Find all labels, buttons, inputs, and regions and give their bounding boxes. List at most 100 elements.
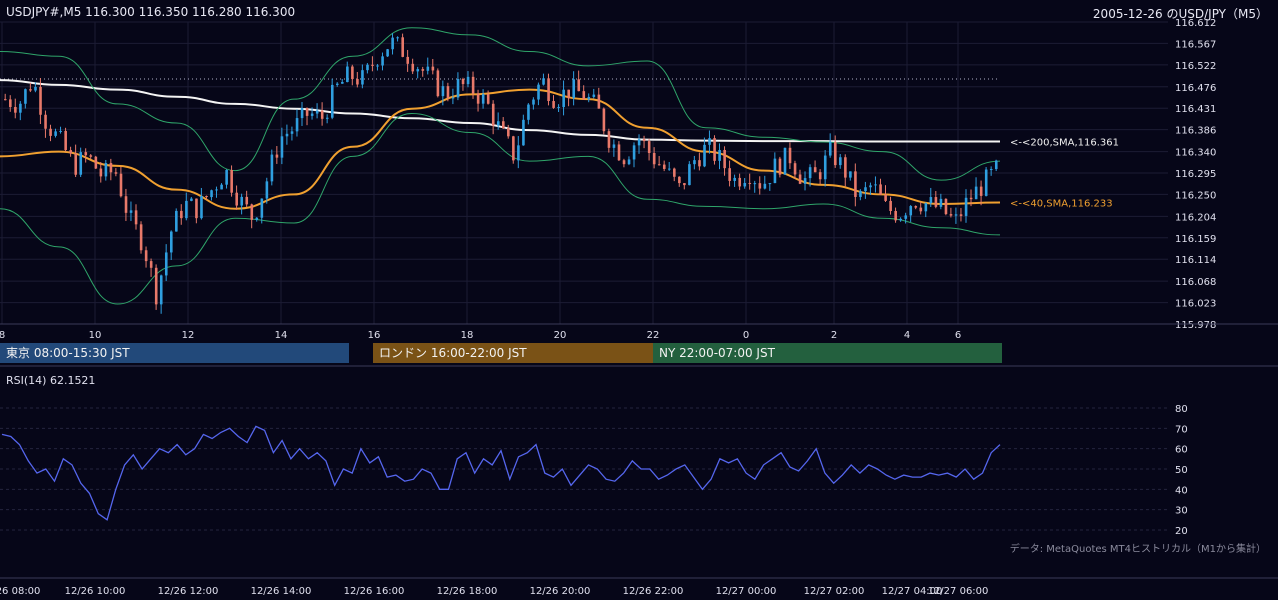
candle-body [572,79,576,99]
candle-body [471,76,475,94]
candle-body [693,160,696,165]
candle-body [39,86,42,115]
candle-body [567,89,570,99]
candle-body [527,104,530,120]
bottom-time-label: 12/26 20:00 [530,586,591,597]
candle-body [839,157,842,166]
candle-body [889,200,892,212]
main-chart: 116.612116.567116.522116.476116.431116.3… [0,18,1278,597]
price-tick-label: 116.159 [1175,234,1216,245]
candle-body [859,191,862,197]
candle-body [688,164,691,186]
candle-body [637,139,641,146]
candle-body [205,196,208,198]
bollinger-band-upper [0,27,1001,181]
candle-body [134,210,138,225]
candle-body [924,203,928,212]
candle-body [9,99,12,108]
candle-body [149,261,153,268]
bottom-time-label: 12/26 10:00 [65,586,126,597]
candle-body [491,103,495,126]
candle-body [99,168,103,177]
candle-body [959,214,963,216]
candle-body [320,110,324,119]
candle-body [854,171,857,197]
candle-body [64,130,67,151]
candle-body [934,197,938,207]
bottom-time-label: 12/26 22:00 [623,586,684,597]
candle-body [964,197,968,216]
candle-body [215,189,218,191]
candle-body [823,155,827,180]
candle-body [673,168,676,177]
candle-body [154,267,158,305]
candle-body [330,84,334,118]
candle-body [979,186,983,196]
candle-body [864,187,867,192]
candle-body [416,69,420,72]
candle-body [813,167,817,173]
candle-body [14,107,17,113]
candle-body [59,130,62,132]
time-tick-label: 0 [743,330,749,341]
session-tokyo: 東京 08:00-15:30 JST [0,343,349,363]
candle-body [391,37,394,50]
candle-body [507,128,510,137]
candle-body [446,86,450,99]
time-tick-label: 4 [904,330,910,341]
candle-body [94,156,98,169]
candle-body [874,184,877,186]
candle-body [783,147,787,175]
candle-body [44,114,47,129]
candle-body [612,144,616,148]
candle-body [818,172,822,180]
candle-body [607,131,611,148]
candle-body [481,94,485,104]
candle-body [200,196,203,219]
candle-body [748,182,752,184]
candle-body [884,194,887,201]
candle-body [969,197,973,200]
candle-body [79,152,83,175]
time-tick-label: 2 [831,330,837,341]
candle-body [944,198,948,215]
rsi-tick-label: 60 [1175,445,1188,456]
price-tick-label: 116.068 [1175,277,1216,288]
price-tick-label: 116.023 [1175,299,1216,310]
candle-body [894,211,897,221]
session-ny: NY 22:00-07:00 JST [653,343,1002,363]
candle-body [502,121,505,129]
candle-body [366,64,369,71]
candle-body [718,149,721,161]
time-tick-label: 20 [554,330,567,341]
rsi-tick-label: 50 [1175,465,1188,476]
price-tick-label: 116.522 [1175,61,1216,72]
candle-body [768,183,772,185]
rsi-line [1,425,1001,521]
candle-body [662,164,666,169]
candle-body [220,184,223,190]
candle-body [486,94,490,104]
candle-body [532,99,535,105]
candle-body [652,153,656,165]
candle-body [909,206,913,216]
candle-body [129,210,133,213]
sma200-label: <-<200,SMA,116.361 [1010,138,1119,149]
candle-body [537,84,540,100]
rsi-tick-label: 20 [1175,526,1188,537]
candle-body [401,37,404,57]
candle-body [381,56,384,66]
candle-body [562,89,565,108]
bottom-time-label: 12/27 02:00 [804,586,865,597]
candle-body [496,121,500,126]
candle-body [376,65,379,67]
time-tick-label: 14 [275,330,288,341]
rsi-tick-label: 70 [1175,424,1188,435]
candle-body [949,214,953,216]
sma40-line [0,88,1001,210]
candle-body [351,66,354,80]
sma200-line [0,79,1000,143]
bottom-time-label: 12/26 14:00 [251,586,312,597]
bottom-time-label: 12/26 12:00 [158,586,219,597]
candle-body [49,128,52,136]
